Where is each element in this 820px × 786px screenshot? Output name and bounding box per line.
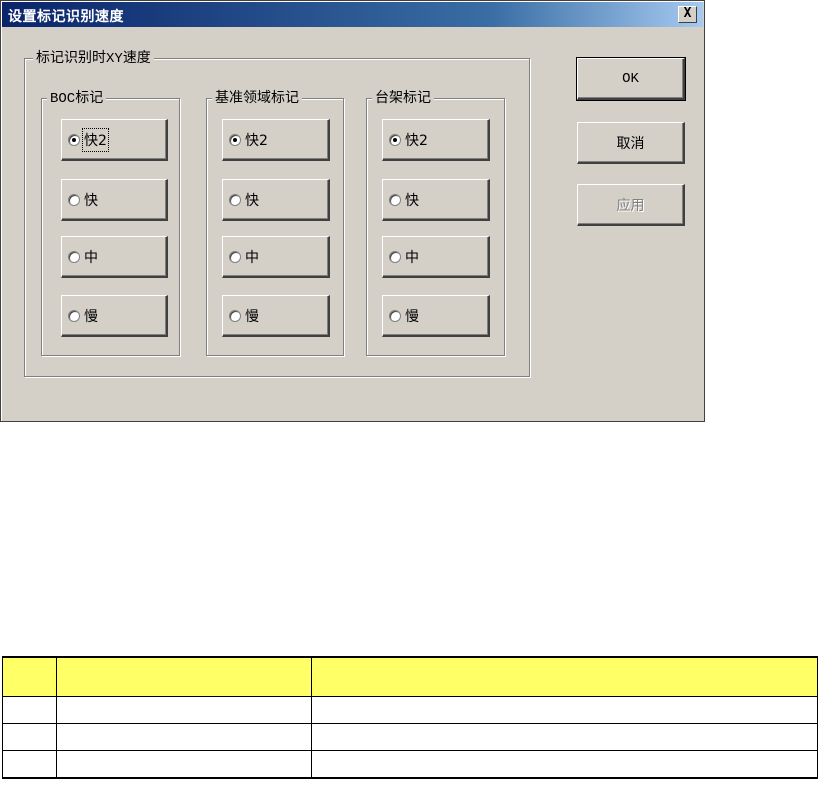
speed-group-legend: 标记识别时XY速度: [33, 49, 154, 68]
radio-icon: [68, 193, 80, 206]
table-cell: [56, 696, 312, 724]
table-cell: [2, 750, 57, 779]
table-cell: [56, 723, 312, 751]
data-table: [2, 656, 818, 779]
stage-option-medium[interactable]: 中: [382, 236, 490, 278]
stage-mark-legend: 台架标记: [372, 89, 434, 107]
base-area-option-fast2[interactable]: 快2: [222, 119, 330, 161]
base-area-mark-legend: 基准领域标记: [212, 89, 302, 107]
table-row: [2, 750, 818, 779]
stage-option-fast[interactable]: 快: [382, 179, 490, 221]
table-cell: [2, 723, 57, 751]
boc-option-slow[interactable]: 慢: [61, 295, 168, 337]
cancel-button[interactable]: 取消: [577, 122, 685, 164]
base-area-option-medium[interactable]: 中: [222, 236, 330, 278]
radio-icon: [229, 250, 241, 263]
ok-button[interactable]: OK: [576, 57, 686, 101]
table-cell: [56, 750, 312, 779]
table-cell: [2, 696, 57, 724]
radio-icon: [389, 193, 401, 206]
table-cell: [311, 696, 818, 724]
table-header-cell: [56, 656, 312, 697]
radio-icon: [229, 193, 241, 206]
radio-checked-icon: [229, 133, 241, 146]
table-header-row: [2, 656, 818, 697]
base-area-option-slow[interactable]: 慢: [222, 295, 330, 337]
apply-button: 应用: [577, 184, 685, 226]
table-row: [2, 723, 818, 751]
stage-option-fast2[interactable]: 快2: [382, 119, 490, 161]
table-cell: [311, 723, 818, 751]
boc-mark-legend: BOC标记: [47, 89, 107, 108]
radio-icon: [389, 309, 401, 322]
radio-checked-icon: [389, 133, 401, 146]
base-area-option-fast[interactable]: 快: [222, 179, 330, 221]
radio-icon: [229, 309, 241, 322]
table-row: [2, 696, 818, 724]
table-cell: [311, 750, 818, 779]
stage-option-slow[interactable]: 慢: [382, 295, 490, 337]
boc-option-medium[interactable]: 中: [61, 236, 168, 278]
title-bar[interactable]: 设置标记识别速度 X: [2, 2, 703, 27]
close-button[interactable]: X: [678, 6, 697, 23]
dialog-window: 设置标记识别速度 X 标记识别时XY速度 BOC标记 基准领域标记 台架标记 快…: [0, 0, 705, 422]
radio-checked-icon: [68, 133, 80, 146]
boc-option-fast2[interactable]: 快2: [61, 119, 168, 161]
radio-icon: [68, 250, 80, 263]
table-header-cell: [311, 656, 818, 697]
boc-option-fast[interactable]: 快: [61, 179, 168, 221]
table-header-cell: [2, 656, 57, 697]
radio-icon: [68, 309, 80, 322]
dialog-title: 设置标记识别速度: [8, 9, 124, 25]
radio-icon: [389, 250, 401, 263]
